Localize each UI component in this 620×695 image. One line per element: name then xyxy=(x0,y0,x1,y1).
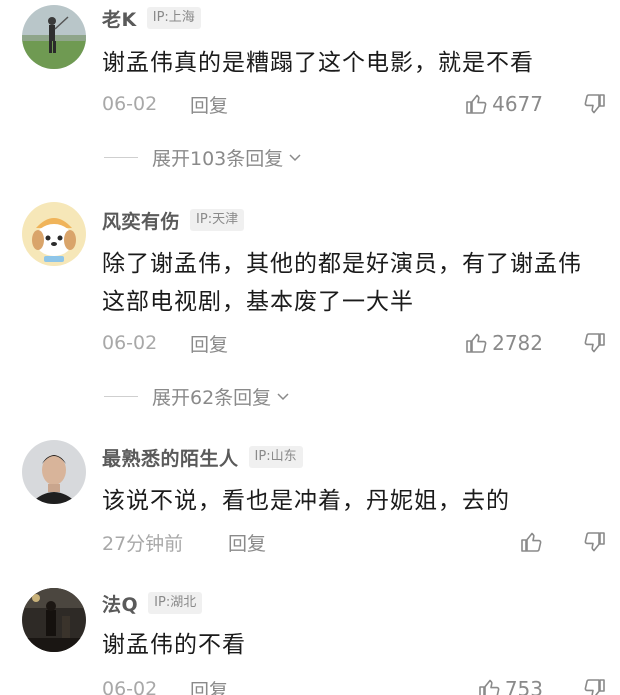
reply-button[interactable]: 回复 xyxy=(190,91,228,118)
name-row: 老K IP:上海 xyxy=(102,3,201,33)
man-selfie-avatar xyxy=(22,440,86,504)
avatar[interactable] xyxy=(22,5,86,69)
like-count: 753 xyxy=(504,677,543,695)
comment-list: 老K IP:上海 谢孟伟真的是糟蹋了这个电影，就是不看 06-02 回复 467… xyxy=(0,0,620,695)
thumbs-down-icon xyxy=(584,532,605,552)
thumbs-down-icon xyxy=(584,333,605,353)
dark-street-photo-avatar xyxy=(22,588,86,652)
like-count: 4677 xyxy=(492,92,543,116)
like-count: 2782 xyxy=(492,331,543,355)
comment-time: 27分钟前 xyxy=(102,532,184,555)
ip-badge: IP:上海 xyxy=(146,7,201,29)
username[interactable]: 法Q xyxy=(102,590,138,617)
ip-badge: IP:山东 xyxy=(248,446,303,468)
dislike-button[interactable] xyxy=(583,677,607,695)
comment-text: 谢孟伟真的是糟蹋了这个电影，就是不看 xyxy=(102,50,534,76)
like-button[interactable]: 753 xyxy=(477,677,543,695)
like-button[interactable]: 4677 xyxy=(464,92,543,116)
cartoon-dog-avatar xyxy=(22,202,86,266)
comment-time: 06-02 xyxy=(102,678,158,695)
like-button[interactable]: 2782 xyxy=(464,331,543,355)
golfer-photo-avatar xyxy=(22,5,86,69)
thumbs-down-icon xyxy=(584,94,605,114)
dislike-button[interactable] xyxy=(583,92,607,116)
chevron-down-icon xyxy=(277,393,289,401)
like-button[interactable] xyxy=(519,530,543,554)
dislike-button[interactable] xyxy=(583,530,607,554)
expand-replies[interactable]: 展开62条回复 xyxy=(104,381,291,411)
dislike-button[interactable] xyxy=(583,331,607,355)
comment-text: 谢孟伟的不看 xyxy=(102,632,246,658)
comment-meta: 06-02 回复 4677 xyxy=(102,89,607,119)
avatar[interactable] xyxy=(22,440,86,504)
name-row: 法Q IP:湖北 xyxy=(102,588,203,618)
name-row: 最熟悉的陌生人 IP:山东 xyxy=(102,442,303,472)
comment-meta: 06-02 回复 753 xyxy=(102,674,607,695)
ip-badge: IP:天津 xyxy=(190,209,245,231)
name-row: 风奕有伤 IP:天津 xyxy=(102,205,245,235)
expand-replies[interactable]: 展开103条回复 xyxy=(104,142,303,172)
comment-meta: 06-02 回复 2782 xyxy=(102,328,607,358)
expand-replies-label: 展开62条回复 xyxy=(152,386,272,409)
chevron-down-icon xyxy=(289,154,301,162)
expand-replies-label: 展开103条回复 xyxy=(152,147,284,170)
avatar[interactable] xyxy=(22,202,86,266)
reply-button[interactable]: 回复 xyxy=(190,330,228,357)
divider-line xyxy=(104,395,138,397)
reply-button[interactable]: 回复 xyxy=(190,676,228,695)
avatar[interactable] xyxy=(22,588,86,652)
ip-badge: IP:湖北 xyxy=(148,592,203,614)
thumbs-up-icon xyxy=(479,679,500,695)
comment-text: 该说不说，看也是冲着，丹妮姐，去的 xyxy=(102,488,510,514)
comment-text: 除了谢孟伟，其他的都是好演员，有了谢孟伟这部电视剧，基本废了一大半 xyxy=(102,251,582,315)
divider-line xyxy=(104,156,138,158)
username[interactable]: 风奕有伤 xyxy=(102,207,180,234)
comment-time: 06-02 xyxy=(102,332,158,354)
comment-meta: 27分钟前 回复 xyxy=(102,527,607,557)
username[interactable]: 最熟悉的陌生人 xyxy=(102,444,239,471)
reply-button[interactable]: 回复 xyxy=(228,529,266,556)
thumbs-up-icon xyxy=(466,94,487,114)
thumbs-up-icon xyxy=(466,333,487,353)
comment-time: 06-02 xyxy=(102,93,158,115)
thumbs-down-icon xyxy=(584,679,605,695)
thumbs-up-icon xyxy=(521,532,542,552)
username[interactable]: 老K xyxy=(102,5,137,32)
